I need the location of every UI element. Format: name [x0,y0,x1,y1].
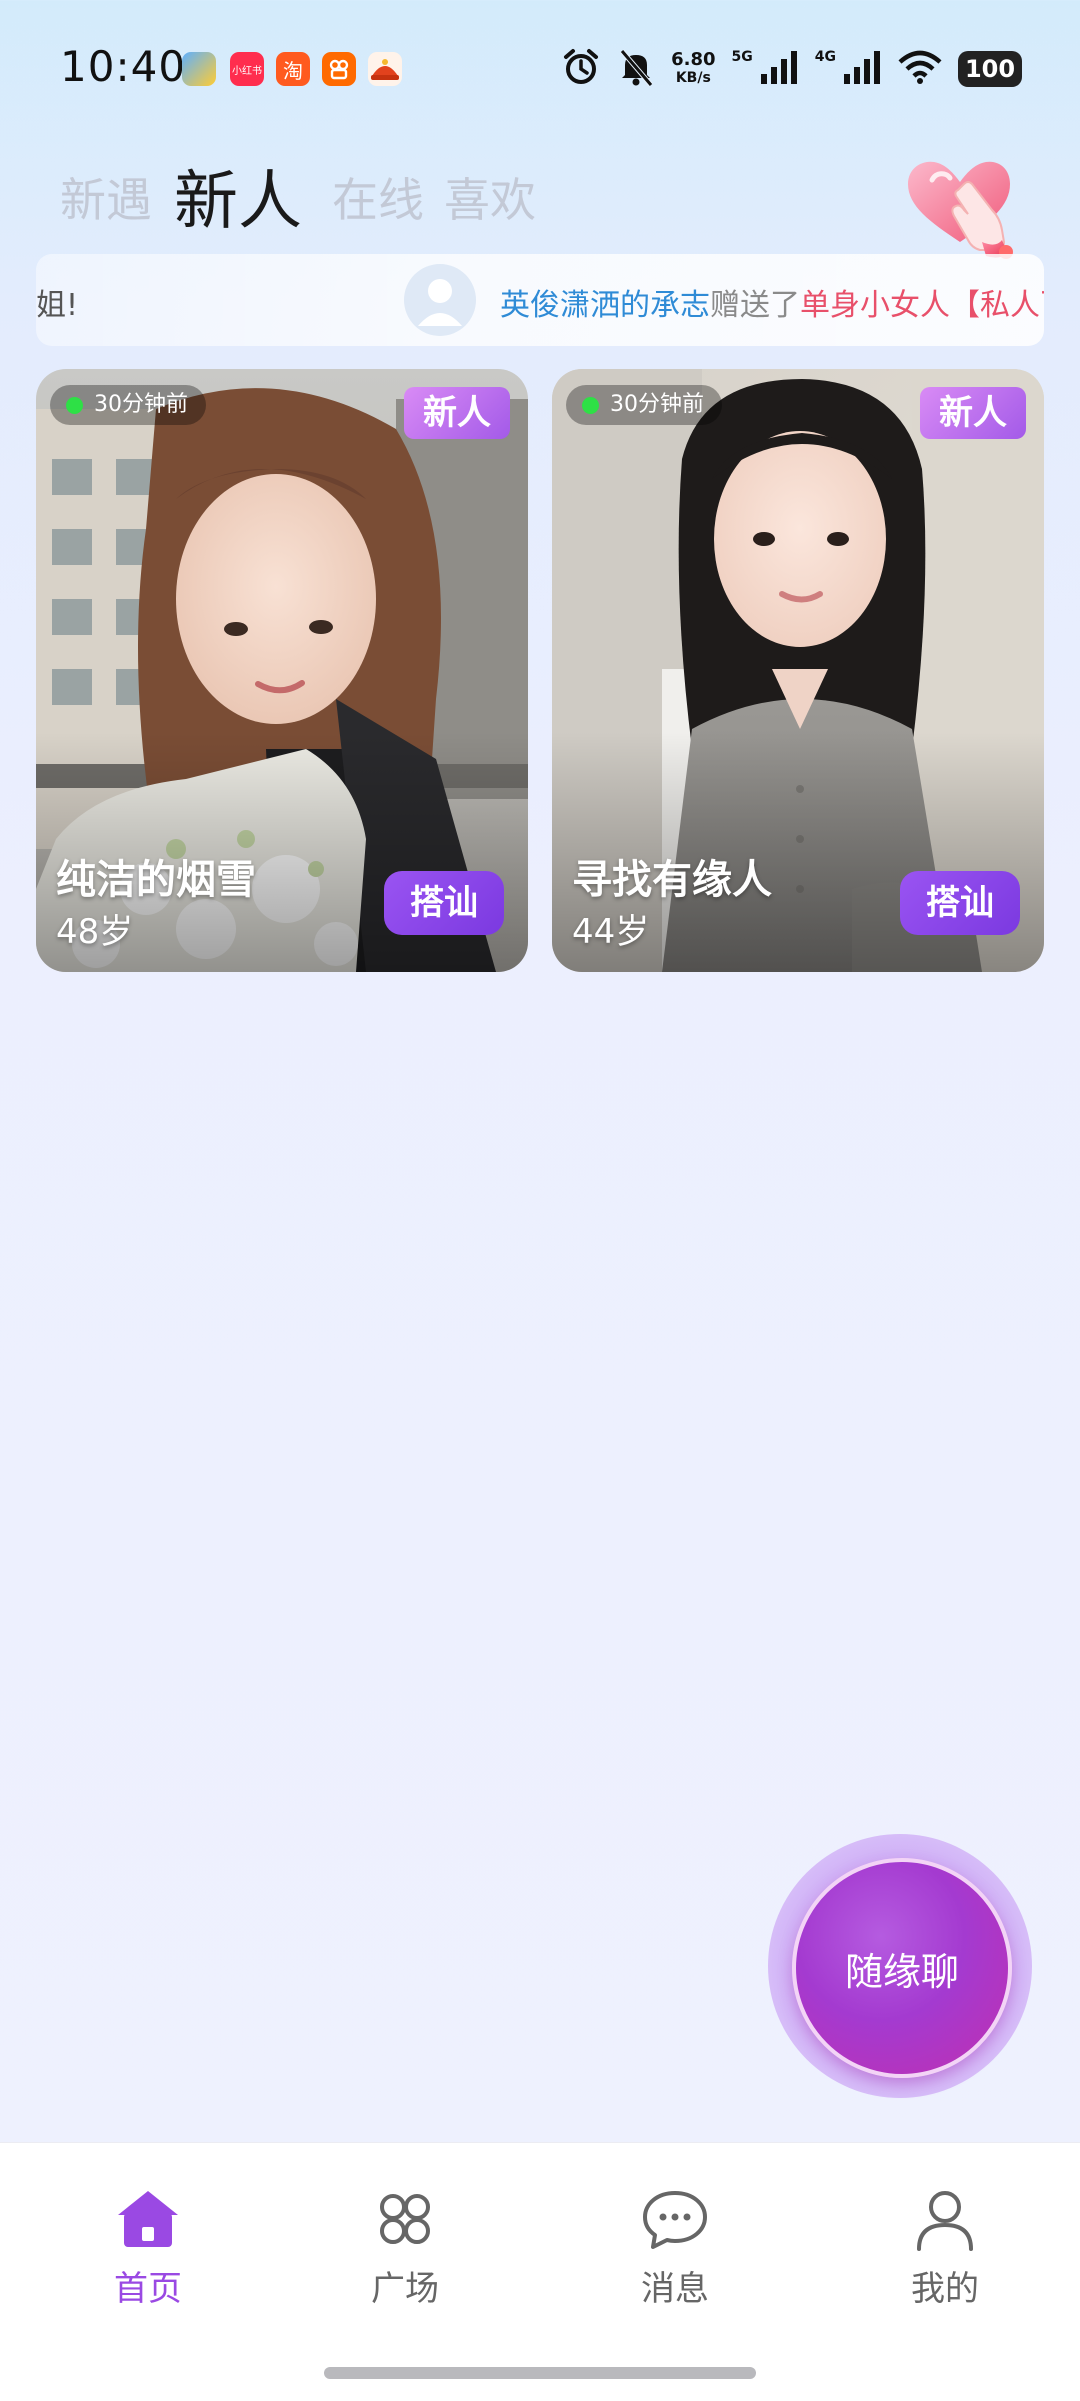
nav-home[interactable]: 首页 [58,2183,238,2313]
online-dot [582,397,599,414]
heart-tap-button[interactable] [900,150,1030,260]
random-chat-button[interactable]: 随缘聊 [768,1834,1032,2098]
default-avatar-icon [404,264,476,336]
marquee-message: 英俊潇洒的承志赠送了单身小女人【私人飞 [500,280,1044,324]
bottom-nav: 首页 广场 消息 我的 [0,2142,1080,2401]
xiaohongshu-icon: 小红书 [230,52,264,86]
online-dot [66,397,83,414]
nav-square-label: 广场 [371,2269,439,2309]
taobao-icon-text: 淘 [283,58,303,83]
last-seen-text: 30分钟前 [94,392,188,417]
battery-indicator: 100 [958,51,1022,87]
user-age: 48岁 [56,912,134,952]
net-speed: 6.80 KB/s [671,51,715,87]
last-seen-chip: 30分钟前 [566,385,722,425]
person-icon [917,2191,973,2251]
nav-me[interactable]: 我的 [855,2183,1035,2313]
marquee-user-avatar [404,264,476,336]
sim1-label: 5G [731,49,753,65]
taobao-icon: 淘 [276,52,310,86]
random-chat-inner: 随缘聊 [792,1858,1012,2078]
nav-messages[interactable]: 消息 [585,2183,765,2313]
tab-xinyu[interactable]: 新遇 [60,164,152,230]
greet-button[interactable]: 搭讪 [384,871,504,935]
nav-square[interactable]: 广场 [315,2183,495,2313]
net-speed-unit: KB/s [675,70,711,86]
tab-xihuan[interactable]: 喜欢 [444,164,536,230]
battery-level: 100 [964,55,1016,83]
marquee-gift-text: 单身小女人【私人飞 [800,288,1044,323]
new-user-badge: 新人 [920,387,1026,439]
tab-zaixian[interactable]: 在线 [332,164,424,230]
kuaishou-icon [322,52,356,86]
gift-marquee[interactable]: 姐! 英俊潇洒的承志赠送了单身小女人【私人飞 [36,254,1044,346]
user-name: 纯洁的烟雪 [56,857,256,903]
last-seen-text: 30分钟前 [610,392,704,417]
hat-app-icon [368,52,402,86]
marquee-user-name: 英俊潇洒的承志 [500,288,710,323]
alipay-icon [182,52,216,86]
mute-bell-icon [617,47,655,91]
home-icon [118,2191,178,2247]
alarm-icon [561,47,601,91]
user-name: 寻找有缘人 [572,857,772,903]
random-chat-label: 随缘聊 [844,1949,959,1994]
user-card[interactable]: 30分钟前 新人 纯洁的烟雪 48岁 搭讪 [36,369,528,972]
new-user-badge: 新人 [404,387,510,439]
net-speed-value: 6.80 [671,49,716,70]
nav-home-label: 首页 [114,2269,182,2309]
grid-icon [380,2194,430,2244]
status-bar: 10:40 小红书 淘 6.80 KB/s 5G 4G 100 [0,0,1080,140]
sim2-label: 4G [814,49,836,65]
signal-5g-icon [759,50,799,88]
status-time: 10:40 [60,42,187,91]
user-card[interactable]: 30分钟前 新人 寻找有缘人 44岁 搭讪 [552,369,1044,972]
xiaohongshu-icon-text: 小红书 [232,65,262,77]
last-seen-chip: 30分钟前 [50,385,206,425]
status-indicators: 6.80 KB/s 5G 4G 100 [561,44,1022,94]
heart-hand-icon [908,161,1013,259]
tab-xinren[interactable]: 新人 [174,150,302,242]
marquee-prev-fragment: 姐! [36,288,79,323]
wifi-icon [898,50,942,88]
message-icon [643,2191,707,2249]
user-age: 44岁 [572,912,650,952]
nav-me-label: 我的 [911,2269,979,2309]
marquee-verb: 赠送了 [710,288,800,323]
home-indicator[interactable] [324,2367,756,2379]
nav-messages-label: 消息 [641,2269,709,2309]
greet-button[interactable]: 搭讪 [900,871,1020,935]
signal-4g-icon [842,50,882,88]
